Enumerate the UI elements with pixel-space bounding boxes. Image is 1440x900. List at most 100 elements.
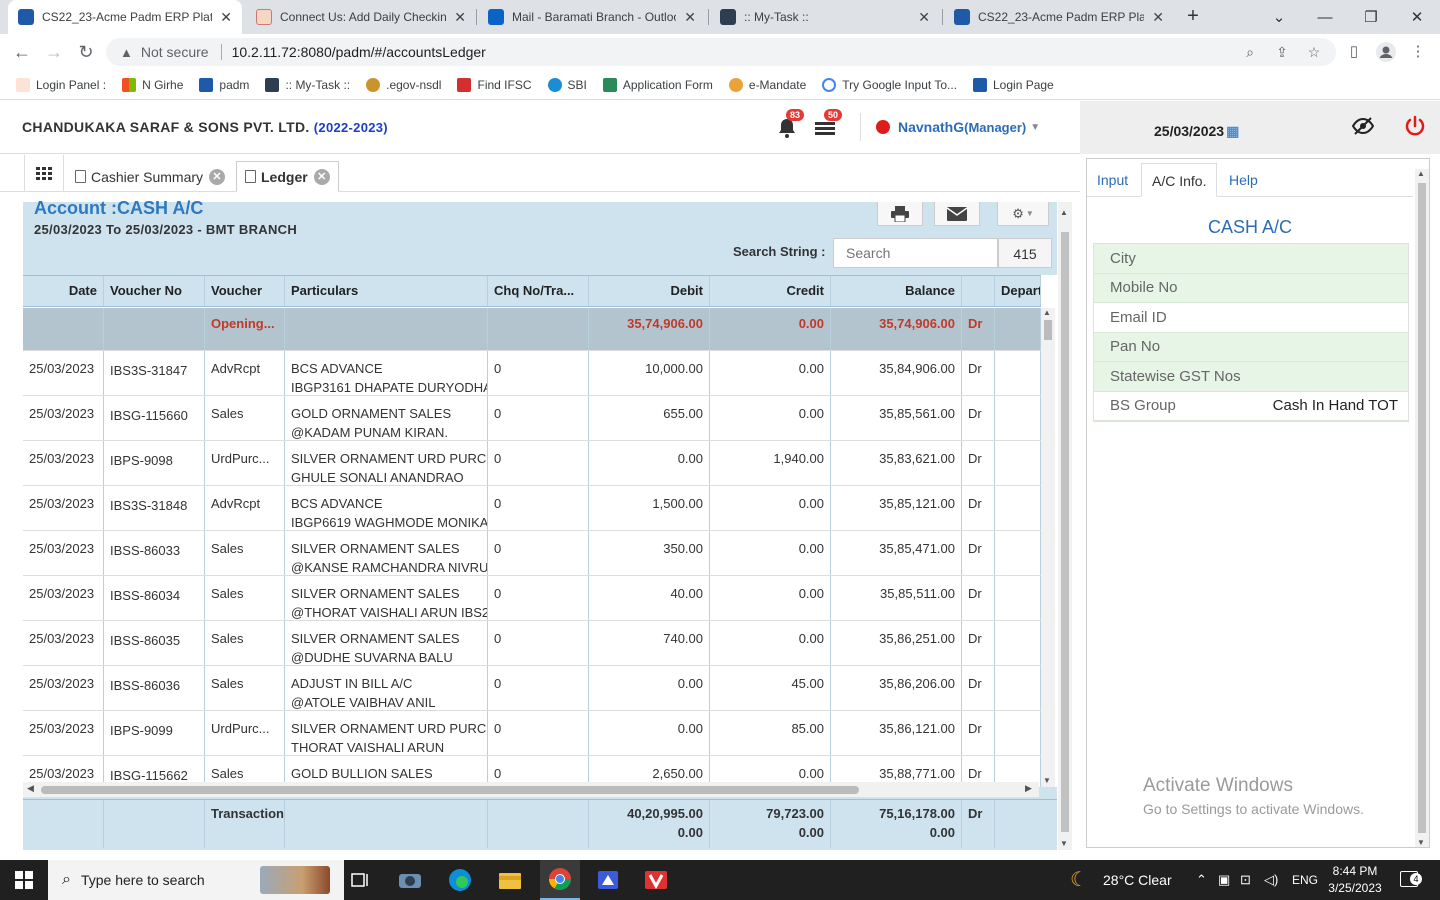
reload-button[interactable]: ↻ [74,40,98,64]
volume-icon[interactable]: ◁) [1264,860,1278,900]
scroll-right-icon[interactable]: ▶ [1025,783,1032,794]
grid-vertical-scrollbar[interactable]: ▲ ▼ [1041,308,1055,787]
cell-voucher-no[interactable]: IBS3S-31848 [104,486,205,530]
info-panel-scrollbar[interactable]: ▲ ▼ [1415,169,1429,847]
tab-ac-info[interactable]: A/C Info. [1141,163,1218,197]
close-tab-icon[interactable]: ✕ [313,168,330,185]
bookmark-star-icon[interactable]: ☆ [1300,38,1328,66]
browser-menu-icon[interactable]: ⋮ [1406,40,1430,64]
bookmark-login-page[interactable]: Login Page [973,77,1054,92]
column-date[interactable]: Date [23,276,104,306]
scroll-up-icon[interactable]: ▲ [1417,169,1425,178]
tab-ledger[interactable]: Ledger ✕ [236,161,339,192]
column-balance[interactable]: Balance [831,276,962,306]
column-chq-no[interactable]: Chq No/Tra... [488,276,589,306]
bookmark-login-panel[interactable]: Login Panel : [16,77,106,92]
grid-horizontal-scrollbar[interactable]: ◀ ▶ [23,782,1039,797]
bookmark-application-form[interactable]: Application Form [602,77,713,92]
chrome-browser-icon[interactable] [540,860,580,900]
bookmark-padm[interactable]: padm [199,77,249,92]
browser-tab-mytask[interactable]: :: My-Task :: ✕ [710,0,940,34]
settings-dropdown-button[interactable]: ⚙ ▼ [997,202,1049,226]
restore-button[interactable]: ❐ [1348,0,1394,34]
close-tab-icon[interactable]: ✕ [209,168,226,185]
edge-browser-icon[interactable] [446,866,474,894]
table-row[interactable]: 25/03/2023 IBSS-86033 Sales SILVER ORNAMENT… [23,531,1041,576]
close-icon[interactable]: ✕ [684,9,696,26]
close-icon[interactable]: ✕ [454,9,466,26]
table-row[interactable]: 25/03/2023 IBSS-86034 Sales SILVER ORNAMENT… [23,576,1041,621]
messages-button[interactable]: 50 [814,109,843,139]
cell-voucher-no[interactable]: IBSS-86035 [104,621,205,665]
forward-button[interactable]: → [42,40,66,64]
bookmark-n-girhe[interactable]: N Girhe [122,77,183,92]
scroll-thumb[interactable] [1061,232,1069,832]
column-particulars[interactable]: Particulars [285,276,488,306]
email-button[interactable] [934,202,980,226]
column-drcr[interactable] [962,276,995,306]
table-row[interactable]: 25/03/2023 IBS3S-31848 AdvRcpt BCS ADVANCE I… [23,486,1041,531]
print-button[interactable] [877,202,923,226]
scroll-up-icon[interactable]: ▲ [1060,208,1068,217]
weather-text[interactable]: 28°C Clear [1103,860,1172,900]
language-indicator[interactable]: ENG [1292,860,1318,900]
browser-tab-outlook[interactable]: Mail - Baramati Branch - Outloo ✕ [478,0,706,34]
close-icon[interactable]: ✕ [918,9,930,26]
tab-input[interactable]: Input [1087,163,1138,197]
new-tab-button[interactable]: + [1180,5,1206,29]
browser-tab-connect[interactable]: Connect Us: Add Daily Checking ✕ [246,0,476,34]
column-department[interactable]: Departme [995,276,1041,306]
close-icon[interactable]: ✕ [220,9,232,26]
user-menu[interactable]: NavnathG (Manager) ▼ [876,119,1040,135]
azure-app-icon[interactable] [594,866,622,894]
table-row[interactable]: 25/03/2023 IBSG-115660 Sales GOLD ORNAMENT … [23,396,1041,441]
scroll-thumb[interactable] [41,786,859,794]
table-row[interactable]: 25/03/2023 IBS3S-31847 AdvRcpt BCS ADVANCE I… [23,351,1041,396]
cell-voucher-no[interactable]: IBSG-115660 [104,396,205,440]
table-row[interactable]: 25/03/2023 IBSS-86036 Sales ADJUST IN BILL … [23,666,1041,711]
bookmark-egov-nsdl[interactable]: .egov-nsdl [366,77,441,92]
bookmark-find-ifsc[interactable]: Find IFSC [457,77,532,92]
cell-voucher-no[interactable]: IBPS-9099 [104,711,205,755]
tray-chevron-up-icon[interactable]: ⌃ [1196,860,1207,900]
minimize-button[interactable]: — [1302,0,1348,34]
back-button[interactable]: ← [10,40,34,64]
address-bar[interactable]: ▲ Not secure 10.2.11.72:8080/padm/#/acco… [106,38,1336,66]
column-voucher[interactable]: Voucher [205,276,285,306]
app-v-icon[interactable] [642,866,670,894]
scroll-down-icon[interactable]: ▼ [1417,838,1425,847]
opening-row[interactable]: Opening... 35,74,906.00 0.00 35,74,906.0… [23,308,1041,351]
tab-search-chevron-icon[interactable]: ⌄ [1256,0,1302,34]
scroll-down-icon[interactable]: ▼ [1060,839,1068,848]
notifications-button[interactable]: 83 [776,109,805,139]
search-input[interactable] [833,238,998,268]
table-row[interactable]: 25/03/2023 IBPS-9098 UrdPurc... SILVER ORNA… [23,441,1041,486]
camera-app-icon[interactable] [396,866,424,894]
cell-voucher-no[interactable]: IBPS-9098 [104,441,205,485]
browser-tab-erp-2[interactable]: CS22_23-Acme Padm ERP Platfo ✕ [944,0,1174,34]
weather-moon-icon[interactable]: ☾ [1070,860,1088,900]
page-vertical-scrollbar[interactable]: ▲ ▼ [1058,202,1072,850]
logout-button[interactable] [1404,115,1426,137]
column-credit[interactable]: Credit [710,276,831,306]
cell-voucher-no[interactable]: IBS3S-31847 [104,351,205,395]
cell-voucher-no[interactable]: IBSS-86034 [104,576,205,620]
scroll-left-icon[interactable]: ◀ [27,783,34,794]
side-panel-icon[interactable]: ▯ [1342,40,1366,64]
tab-help[interactable]: Help [1219,163,1268,197]
cell-voucher-no[interactable]: IBSS-86036 [104,666,205,710]
bookmark-google-input[interactable]: Try Google Input To... [822,77,957,92]
bookmark-sbi[interactable]: SBI [547,77,587,92]
scroll-up-icon[interactable]: ▲ [1043,308,1051,317]
app-menu-button[interactable] [24,155,64,192]
task-view-icon[interactable] [346,866,374,894]
taskbar-search[interactable]: ⌕ Type here to search [48,860,344,900]
bookmark-my-task[interactable]: :: My-Task :: [265,77,350,92]
action-center-button[interactable]: 4 [1400,860,1422,900]
zoom-icon[interactable]: ⌕ [1236,38,1264,66]
share-icon[interactable]: ⇪ [1268,38,1296,66]
table-row[interactable]: 25/03/2023 IBPS-9099 UrdPurc... SILVER ORNA… [23,711,1041,756]
column-voucher-no[interactable]: Voucher No [104,276,205,306]
scroll-thumb[interactable] [1044,320,1052,340]
window-close-button[interactable]: ✕ [1394,0,1440,34]
